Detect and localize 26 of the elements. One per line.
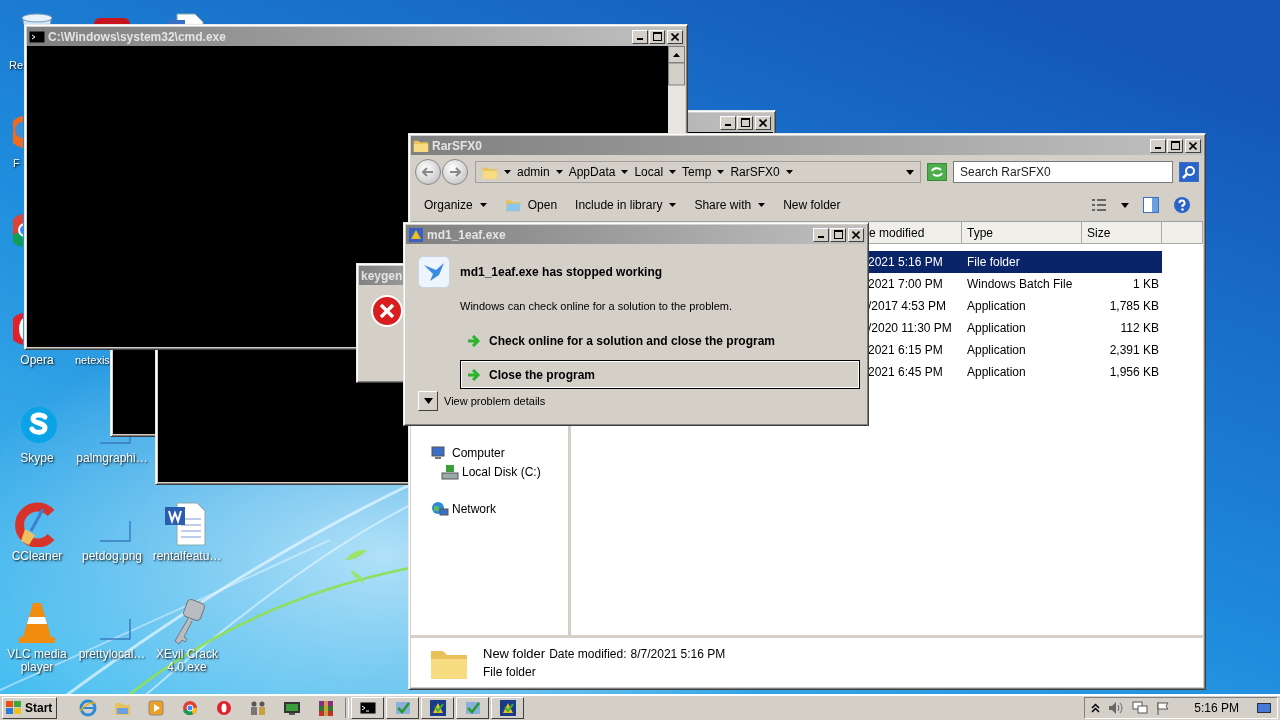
file-name: New folder bbox=[483, 646, 546, 661]
table-cell-text: Application bbox=[966, 321, 1027, 335]
table-cell-text: Application bbox=[966, 365, 1027, 379]
window-title: RarSFX0 bbox=[432, 138, 484, 153]
file-type: File folder bbox=[483, 665, 537, 679]
table-cell-text: 2021 6:15 PM bbox=[868, 343, 944, 357]
table-cell-text: 1,956 KB bbox=[1108, 365, 1160, 379]
date-label: Date modified: bbox=[549, 647, 627, 661]
table-cell-text: 2,391 KB bbox=[1108, 343, 1160, 357]
window-title: C:\Windows\system32\cmd.exe bbox=[48, 29, 227, 44]
table-cell-text: /2020 11:30 PM bbox=[868, 321, 953, 335]
table-cell-text: 1 KB bbox=[1132, 277, 1160, 291]
error-heading: md1_1eaf.exe has stopped working bbox=[460, 265, 663, 279]
table-cell-text: Windows Batch File bbox=[966, 277, 1074, 291]
table-cell-text: 2021 5:16 PM bbox=[868, 255, 944, 269]
table-cell-text: File folder bbox=[966, 255, 1021, 269]
table-cell-text: /2017 4:53 PM bbox=[868, 299, 948, 313]
table-cell-text: 112 KB bbox=[1119, 321, 1160, 335]
error-message: Windows can check online for a solution to the problem. bbox=[460, 300, 734, 312]
table-cell-text: Application bbox=[966, 343, 1027, 357]
table-cell-text: 1,785 KB bbox=[1108, 299, 1160, 313]
table-cell-text: Application bbox=[966, 299, 1027, 313]
table-cell-text: 2021 6:45 PM bbox=[868, 365, 944, 379]
table-cell-text: 2021 7:00 PM bbox=[868, 277, 944, 291]
date-value: 8/7/2021 5:16 PM bbox=[630, 647, 726, 661]
window-title: md1_1eaf.exe bbox=[427, 227, 507, 242]
